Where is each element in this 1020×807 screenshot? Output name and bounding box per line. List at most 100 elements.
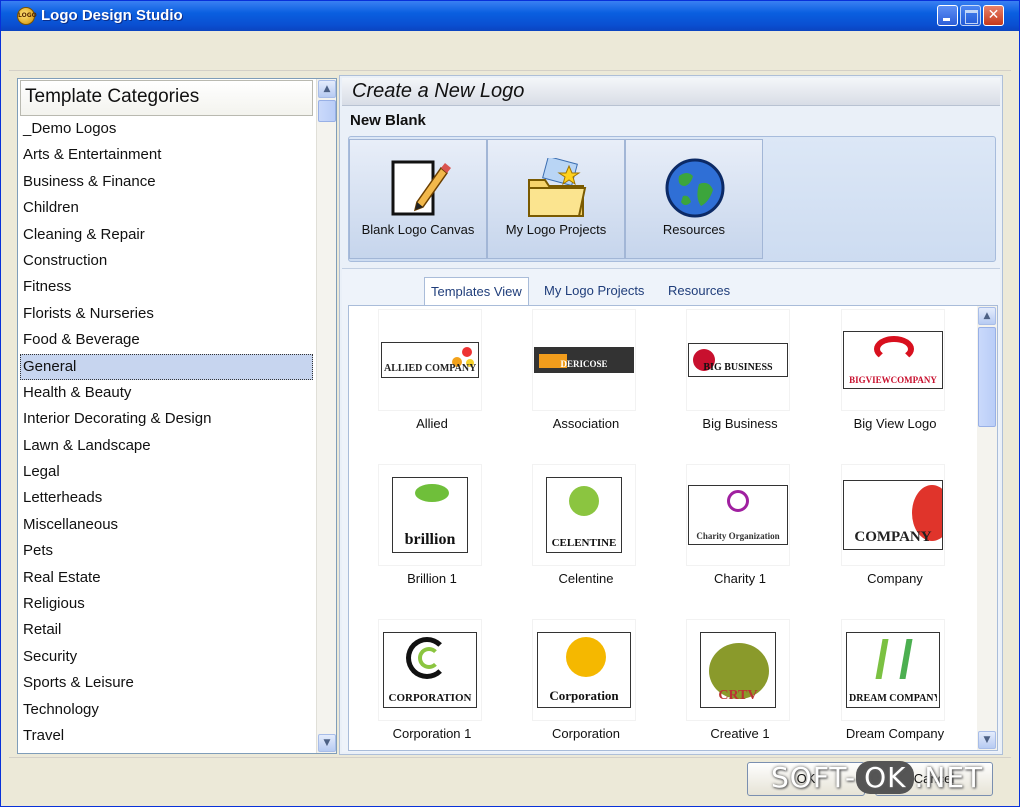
minimize-button[interactable] (937, 5, 958, 26)
template-logo-image: DERICOSE (534, 347, 634, 373)
template-thumbnail[interactable]: DREAM COMPANY (842, 620, 944, 720)
template-logo-text: CRTV (718, 688, 758, 703)
template-logo-text: Charity Organization (696, 531, 780, 541)
globe-icon (665, 158, 725, 218)
template-logo-image: CELENTINE (546, 477, 622, 553)
category-item[interactable]: General (20, 353, 313, 380)
template-logo-text: CELENTINE (551, 537, 617, 549)
new-blank-heading: New Blank (350, 112, 426, 129)
resources-button[interactable]: Resources (625, 139, 763, 259)
template-name: Celentine (558, 571, 614, 586)
template-thumbnail[interactable]: CRTV (687, 620, 789, 720)
template-thumbnail[interactable]: COMPANY (842, 465, 944, 565)
watermark-left: SOFT- (771, 761, 857, 794)
template-thumbnail[interactable]: CELENTINE (533, 465, 635, 565)
template-logo-image: BIG BUSINESS (688, 343, 788, 377)
template-thumbnail[interactable]: Corporation (533, 620, 635, 720)
template-name: Corporation 1 (392, 726, 472, 741)
category-item[interactable]: Cleaning & Repair (20, 222, 313, 248)
template-thumbnail[interactable]: BIG BUSINESS (687, 310, 789, 410)
category-item[interactable]: Lawn & Landscape (20, 433, 313, 459)
blank-logo-canvas-button[interactable]: Blank Logo Canvas (349, 139, 487, 259)
category-item[interactable]: Miscellaneous (20, 512, 313, 538)
template-thumbnail[interactable]: CORPORATION (379, 620, 481, 720)
template-logo-image: DREAM COMPANY (846, 632, 940, 708)
template-logo-text: DREAM COMPANY (849, 693, 937, 704)
template-logo-text: COMPANY (854, 529, 932, 545)
template-logo-image: Corporation (537, 632, 631, 708)
my-logo-projects-button[interactable]: My Logo Projects (487, 139, 625, 259)
template-thumbnail[interactable]: ALLIED COMPANY (379, 310, 481, 410)
template-tile[interactable]: CORPORATION Corporation 1 (362, 616, 482, 750)
category-scrollbar[interactable]: ▲ ▼ (316, 79, 336, 753)
template-thumbnail[interactable]: BIGVIEWCOMPANY (842, 310, 944, 410)
category-item[interactable]: Pets (20, 538, 313, 564)
scroll-thumb[interactable] (318, 100, 336, 122)
category-item[interactable]: Sports & Leisure (20, 670, 313, 696)
category-item[interactable]: Technology (20, 697, 313, 723)
app-logo-icon: LOGO (17, 7, 37, 25)
category-item[interactable]: Legal (20, 459, 313, 485)
category-item[interactable]: Travel (20, 723, 313, 749)
template-thumbnail[interactable]: DERICOSE (533, 310, 635, 410)
template-tile[interactable]: BIGVIEWCOMPANY Big View Logo (825, 306, 945, 456)
scroll-up-icon[interactable]: ▲ (318, 80, 336, 98)
category-item[interactable]: Food & Beverage (20, 327, 313, 353)
template-name: Dream Company (845, 726, 945, 741)
template-name: Allied (416, 416, 448, 431)
category-item[interactable]: Religious (20, 591, 313, 617)
scroll-down-icon[interactable]: ▼ (318, 734, 336, 752)
folder-icon (528, 158, 587, 217)
templates-area: Templates View My Logo Projects Resource… (342, 268, 1000, 752)
category-item[interactable]: Real Estate (20, 565, 313, 591)
templates-scrollbar[interactable]: ▲ ▼ (977, 306, 997, 750)
template-tile[interactable]: brillion Brillion 1 (362, 461, 482, 611)
category-item[interactable]: Health & Beauty (20, 380, 313, 406)
scroll-down-icon[interactable]: ▼ (978, 731, 996, 749)
category-item[interactable]: Letterheads (20, 485, 313, 511)
category-panel: Template Categories _Demo Logos Arts & En… (17, 78, 337, 754)
my-logo-projects-label: My Logo Projects (505, 222, 607, 237)
tab-templates-view[interactable]: Templates View (424, 277, 529, 305)
template-tile[interactable]: DREAM COMPANY Dream Company (825, 616, 945, 750)
template-tile[interactable]: COMPANY Company (825, 461, 945, 611)
template-thumbnail[interactable]: Charity Organization (687, 465, 789, 565)
template-logo-text: ALLIED COMPANY (384, 363, 476, 374)
watermark: SOFT- OK .NET (771, 761, 983, 801)
template-logo-text: brillion (404, 531, 456, 548)
template-thumbnail[interactable]: brillion (379, 465, 481, 565)
template-name: Charity 1 (713, 571, 767, 586)
category-item[interactable]: Children (20, 195, 313, 221)
template-tile[interactable]: CRTV Creative 1 (670, 616, 790, 750)
template-logo-text: DERICOSE (560, 359, 608, 369)
category-item[interactable]: Arts & Entertainment (20, 142, 313, 168)
category-item[interactable]: Business & Finance (20, 169, 313, 195)
category-item[interactable]: _Demo Logos (20, 116, 313, 142)
category-item[interactable]: Construction (20, 248, 313, 274)
template-tile[interactable]: CELENTINE Celentine (516, 461, 636, 611)
create-panel-title: Create a New Logo (342, 78, 1000, 106)
template-tile[interactable]: Corporation Corporation (516, 616, 636, 750)
template-tile[interactable]: BIG BUSINESS Big Business (670, 306, 790, 456)
template-tile[interactable]: Charity Organization Charity 1 (670, 461, 790, 611)
tab-resources[interactable]: Resources (662, 277, 736, 305)
close-button[interactable]: ✕ (983, 5, 1004, 26)
create-panel: Create a New Logo New Blank Blank Logo C… (339, 75, 1003, 755)
tab-my-logo-projects[interactable]: My Logo Projects (538, 277, 650, 305)
scroll-thumb[interactable] (978, 327, 996, 427)
template-logo-image: ALLIED COMPANY (381, 342, 479, 378)
template-tile[interactable]: DERICOSE Association (516, 306, 636, 456)
category-item[interactable]: Interior Decorating & Design (20, 406, 313, 432)
template-name: Corporation (552, 726, 620, 741)
category-item[interactable]: Security (20, 644, 313, 670)
category-item[interactable]: Fitness (20, 274, 313, 300)
template-tile[interactable]: ALLIED COMPANY Allied (362, 306, 482, 456)
maximize-button[interactable] (960, 5, 981, 26)
template-name: Company (867, 571, 923, 586)
template-logo-image: brillion (392, 477, 468, 553)
category-item[interactable]: Retail (20, 617, 313, 643)
scroll-up-icon[interactable]: ▲ (978, 307, 996, 325)
watermark-ok: OK (856, 761, 915, 794)
template-name: Brillion 1 (407, 571, 457, 586)
category-item[interactable]: Florists & Nurseries (20, 301, 313, 327)
